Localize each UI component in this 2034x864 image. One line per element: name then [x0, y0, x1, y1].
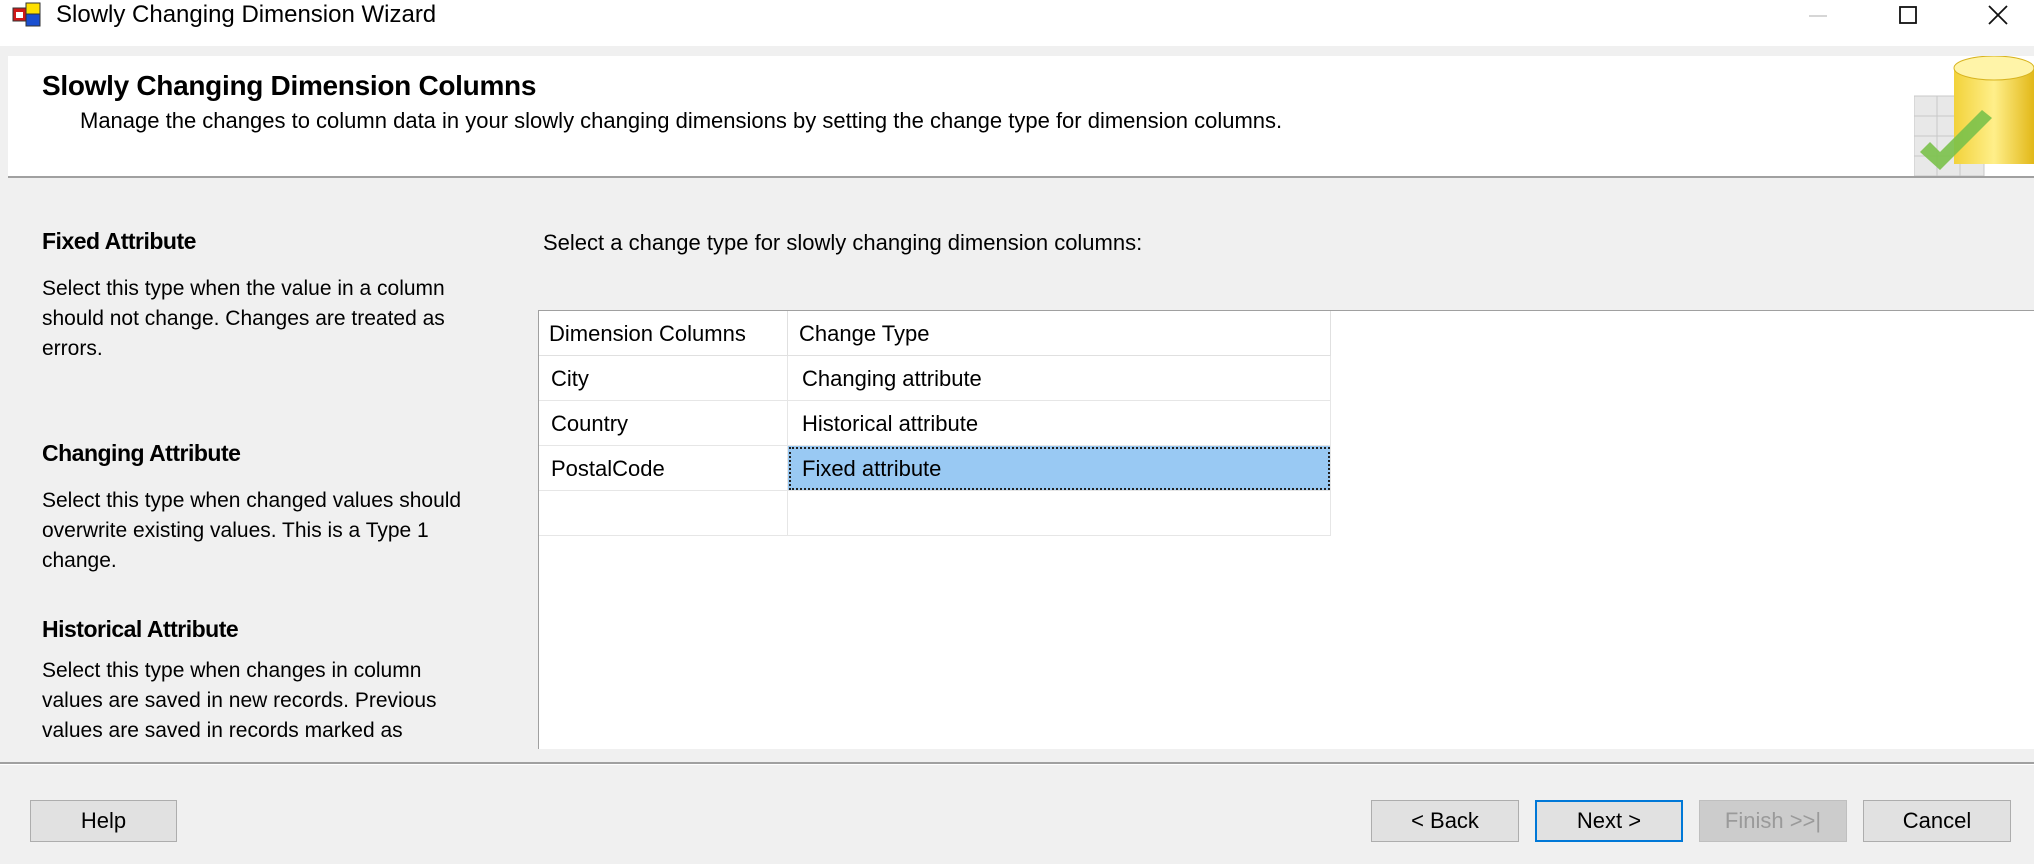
page-title: Slowly Changing Dimension Columns	[42, 70, 537, 101]
wizard-window: Slowly Changing Dimension Wizard Slowly …	[0, 0, 2034, 864]
change-type-cell[interactable]	[788, 491, 1331, 536]
historical-attribute-description: Select this type when changes in column …	[42, 659, 437, 742]
window-title: Slowly Changing Dimension Wizard	[56, 1, 437, 28]
fixed-attribute-heading: Fixed Attribute	[42, 228, 196, 254]
grid-header-row: Dimension Columns Change Type	[539, 311, 1331, 356]
maximize-icon	[1899, 6, 1917, 24]
title-bar: Slowly Changing Dimension Wizard	[0, 0, 2034, 46]
column-header-change-type[interactable]: Change Type	[788, 311, 1331, 356]
close-button[interactable]	[1968, 0, 2028, 30]
database-check-icon	[1914, 56, 2034, 176]
maximize-button[interactable]	[1878, 0, 1938, 30]
historical-attribute-heading: Historical Attribute	[42, 616, 239, 642]
dimension-column-cell[interactable]: PostalCode	[539, 446, 788, 491]
table-row-new[interactable]	[539, 491, 1331, 536]
changing-attribute-heading: Changing Attribute	[42, 440, 241, 466]
wizard-app-icon	[12, 2, 41, 27]
table-row[interactable]: Country Historical attribute	[539, 401, 1331, 446]
next-button[interactable]: Next >	[1535, 800, 1683, 842]
fixed-attribute-description: Select this type when the value in a col…	[42, 277, 445, 360]
column-header-dimension-columns[interactable]: Dimension Columns	[539, 311, 788, 356]
minimize-button[interactable]	[1788, 0, 1848, 30]
table-row[interactable]: PostalCode Fixed attribute	[539, 446, 1331, 491]
cancel-button[interactable]: Cancel	[1863, 800, 2011, 842]
changing-attribute-description: Select this type when changed values sho…	[42, 489, 462, 572]
dimension-column-cell[interactable]	[539, 491, 788, 536]
dimension-columns-grid[interactable]: Dimension Columns Change Type City Chang…	[538, 310, 2034, 749]
change-type-cell[interactable]: Changing attribute	[788, 356, 1331, 401]
back-button[interactable]: < Back	[1371, 800, 1519, 842]
page-subtitle: Manage the changes to column data in you…	[80, 108, 1283, 133]
instruction-label: Select a change type for slowly changing…	[543, 230, 1143, 255]
finish-button: Finish >>|	[1699, 800, 1847, 842]
change-type-cell-selected[interactable]: Fixed attribute	[788, 446, 1331, 491]
wizard-header: Slowly Changing Dimension Columns Manage…	[8, 56, 2034, 178]
close-icon	[1988, 5, 2008, 25]
table-row[interactable]: City Changing attribute	[539, 356, 1331, 401]
help-button[interactable]: Help	[30, 800, 177, 842]
description-pane: Fixed Attribute Select this type when th…	[0, 180, 520, 750]
minimize-icon	[1809, 15, 1827, 17]
dimension-column-cell[interactable]: Country	[539, 401, 788, 446]
dimension-column-cell[interactable]: City	[539, 356, 788, 401]
change-type-cell[interactable]: Historical attribute	[788, 401, 1331, 446]
footer-divider	[0, 762, 2034, 765]
